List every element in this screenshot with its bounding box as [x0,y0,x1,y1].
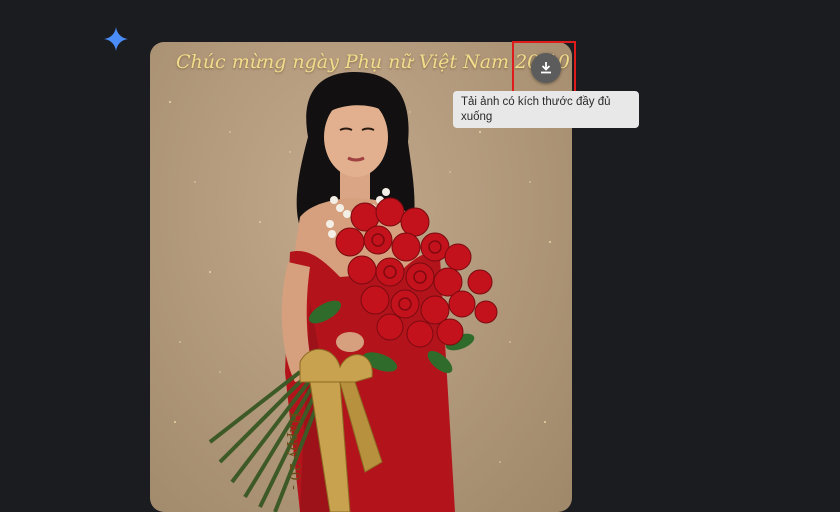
image-caption: Chúc mừng ngày Phụ nữ Việt Nam 20/10 [176,51,570,73]
ribbon-text: Happy 20 - [286,412,302,490]
gemini-sparkle-icon [104,27,128,51]
download-tooltip: Tải ảnh có kích thước đầy đủ xuống [453,91,639,128]
download-highlight-box [512,41,576,93]
